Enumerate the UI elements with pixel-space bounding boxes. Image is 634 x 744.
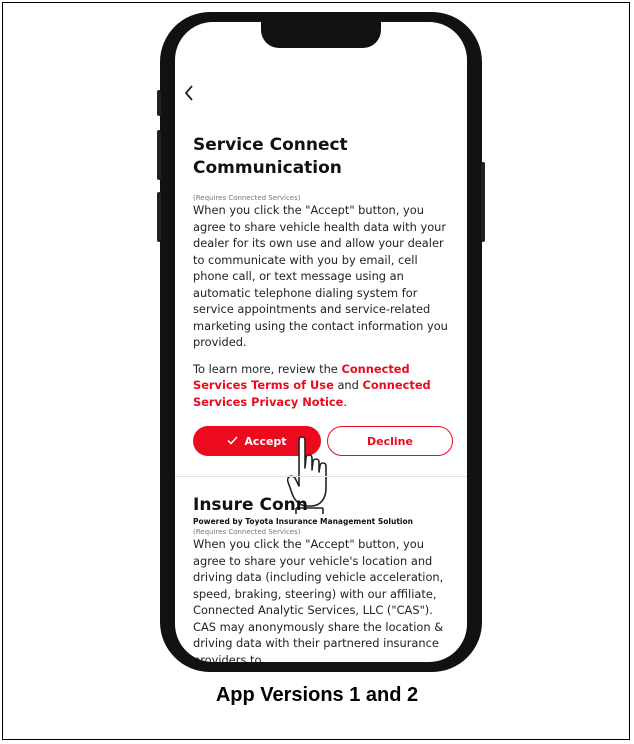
checkmark-icon — [227, 435, 238, 448]
section2-consent-block: (Requires Connected Services) When you c… — [193, 528, 455, 662]
notch — [261, 22, 381, 48]
volume-down-button — [157, 192, 161, 242]
mute-switch — [157, 90, 161, 116]
learn-more-prefix: To learn more, review the — [193, 361, 342, 376]
phone-screen: Service Connect Communication (Requires … — [175, 22, 467, 662]
learn-more-and: and — [333, 378, 363, 392]
power-button — [481, 162, 485, 242]
section2-requires-note: (Requires Connected Services) — [193, 528, 301, 536]
consent-block: (Requires Connected Services) When you c… — [193, 194, 455, 410]
consent-text: When you click the "Accept" button, you … — [193, 203, 448, 349]
section2-subtitle: Powered by Toyota Insurance Management S… — [193, 517, 413, 526]
decline-label: Decline — [367, 434, 413, 448]
decline-button[interactable]: Decline — [327, 426, 453, 456]
chevron-left-icon[interactable] — [183, 84, 195, 106]
accept-label: Accept — [244, 434, 287, 448]
volume-up-button — [157, 130, 161, 180]
section2-consent-text: When you click the "Accept" button, you … — [193, 537, 444, 662]
learn-more-text: To learn more, review the Connected Serv… — [193, 361, 455, 411]
requires-note: (Requires Connected Services) — [193, 194, 301, 202]
figure-caption: App Versions 1 and 2 — [215, 684, 419, 706]
section2-title: Insure Conn — [193, 495, 308, 515]
page-title: Service Connect Communication — [193, 135, 348, 178]
section-divider — [175, 476, 467, 477]
learn-more-suffix: . — [343, 394, 348, 409]
phone-frame: Service Connect Communication (Requires … — [157, 12, 485, 672]
